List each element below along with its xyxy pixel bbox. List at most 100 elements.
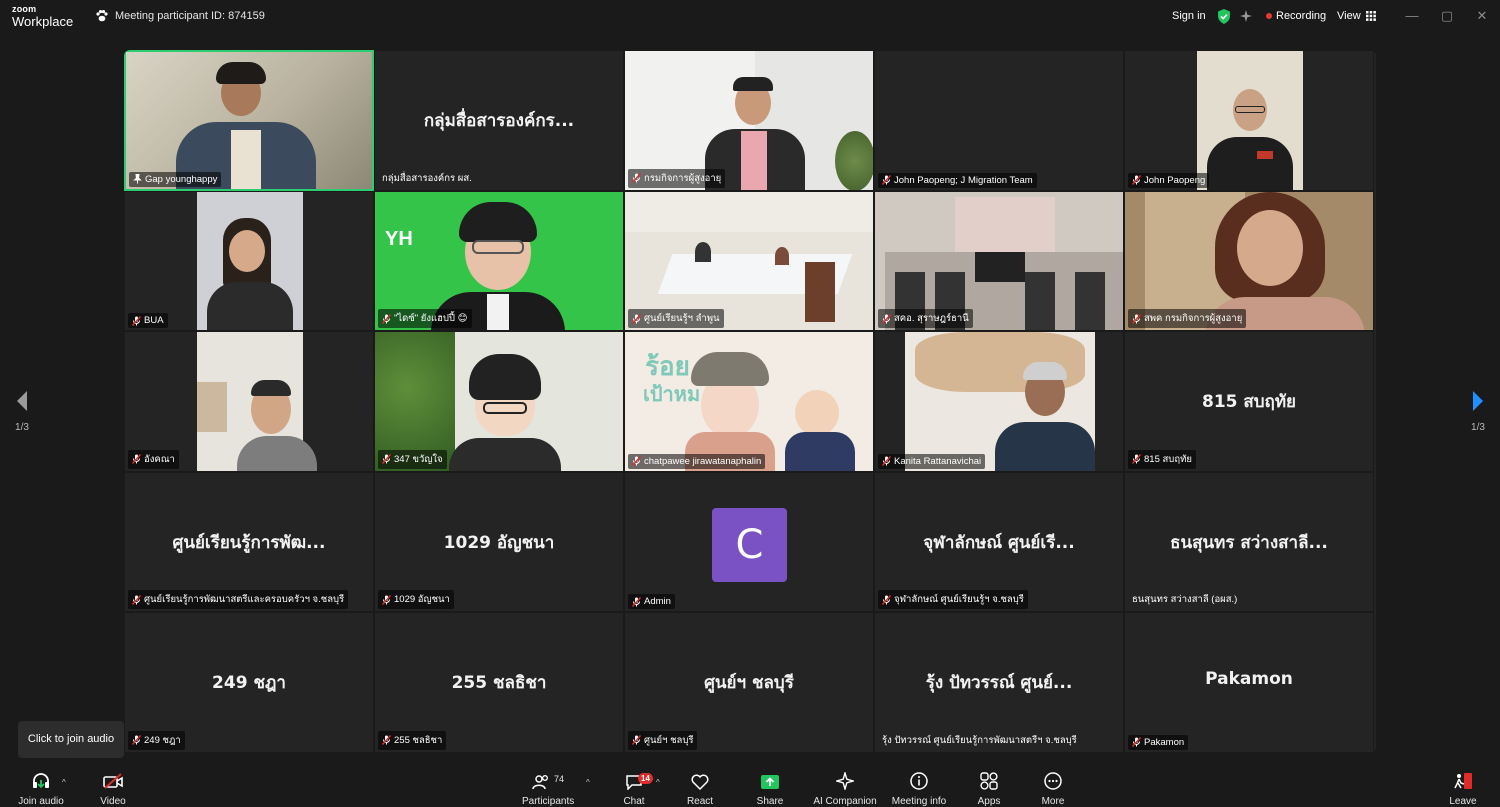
participant-name-label: สคอ. สุราษฎร์ธานี [878, 309, 973, 329]
participant-name: John Paopeng [1144, 174, 1206, 186]
participant-tile[interactable]: 255 ชลธิชา 255 ชลธิชา [374, 612, 624, 753]
join-audio-button[interactable]: Join audio [14, 766, 68, 807]
participant-display-name: กลุ่มสื่อสารองค์กร... [423, 111, 575, 131]
view-button[interactable]: View [1337, 10, 1376, 22]
react-button[interactable]: React [684, 766, 716, 807]
mic-muted-icon [132, 315, 141, 326]
chevron-right-icon [1473, 391, 1483, 411]
minimize-button[interactable]: — [1404, 8, 1420, 24]
participant-video: ร้อย เป้าหม [625, 332, 873, 471]
apps-label: Apps [977, 796, 1001, 807]
participant-tile[interactable]: ศูนย์เรียนรู้การพัฒ... ศูนย์เรียนรู้การพั… [124, 471, 374, 613]
view-label: View [1337, 10, 1361, 22]
meeting-controls: Join audio ^ Video 74 Participants ^ Cha… [0, 766, 1500, 807]
participants-icon [532, 775, 548, 790]
mic-muted-icon [632, 313, 641, 324]
participant-name: chatpawee jirawatanaphalin [644, 455, 762, 467]
participant-display-name: 255 ชลธิชา [451, 673, 547, 694]
next-page-control[interactable]: 1/3 [1468, 390, 1488, 433]
participant-tile[interactable]: 249 ชฎา 249 ชฎา [124, 612, 374, 753]
participant-tile[interactable]: ศูนย์เรียนรู้ฯ ลำพูน [624, 190, 874, 332]
mic-muted-icon [132, 454, 141, 465]
mic-muted-icon [632, 735, 641, 746]
share-button[interactable]: Share [754, 766, 786, 807]
participant-name-label: "ไดซ์" ยังแฮปปี้ 😊 [378, 309, 472, 329]
chat-badge: 14 [638, 773, 653, 784]
participant-name-label: 255 ชลธิชา [378, 730, 447, 750]
apps-icon [980, 772, 998, 790]
sign-in-link[interactable]: Sign in [1172, 10, 1206, 22]
join-audio-label: Join audio [18, 796, 64, 807]
shield-icon[interactable] [1217, 9, 1231, 24]
participant-tile[interactable]: รุ้ง ปัทวรรณ์ ศูนย์... รุ้ง ปัทวรรณ์ ศูนย… [874, 612, 1124, 753]
participant-tile[interactable]: John Paopeng [1124, 50, 1374, 191]
logo-top-text: zoom [12, 4, 37, 14]
participant-tile[interactable]: ร้อย เป้าหม chatpawee jirawatanaphalin [624, 331, 874, 472]
meeting-id-text: Meeting participant ID: 874159 [115, 10, 265, 22]
participant-tile[interactable]: 347 ขวัญใจ [374, 331, 624, 472]
participant-tile[interactable]: Kanita Rattanavichai [874, 331, 1124, 472]
participant-name-label: Pakamon [1128, 734, 1189, 750]
participant-display-name: Pakamon [1205, 669, 1293, 690]
apps-button[interactable]: Apps [974, 766, 1004, 807]
participant-tile[interactable]: 815 สบฤทัย 815 สบฤทัย [1124, 331, 1374, 472]
participants-caret-icon[interactable]: ^ [586, 778, 590, 787]
mic-muted-icon [632, 596, 641, 607]
meeting-id: Meeting participant ID: 874159 [95, 9, 265, 23]
meeting-info-label: Meeting info [891, 796, 947, 807]
participant-video [197, 332, 317, 471]
meeting-info-button[interactable]: Meeting info [890, 766, 948, 807]
participant-tile[interactable]: สคอ. สุราษฎร์ธานี [874, 190, 1124, 332]
participant-name-label: สพค กรมกิจการผู้สูงอายุ [1128, 309, 1247, 329]
participant-tile[interactable]: Pakamon Pakamon [1124, 612, 1374, 753]
participant-name-label: ศูนย์เรียนรู้ฯ ลำพูน [628, 309, 724, 329]
info-icon [910, 772, 928, 790]
mic-muted-icon [632, 456, 641, 467]
participant-tile[interactable]: 1029 อัญชนา 1029 อัญชนา [374, 471, 624, 613]
participant-name-label: chatpawee jirawatanaphalin [628, 453, 766, 469]
headphones-icon [33, 773, 49, 789]
participant-name-label: Gap younghappy [129, 171, 222, 187]
participant-name-label: 815 สบฤทัย [1128, 449, 1196, 469]
participant-tile[interactable]: Gap younghappy [124, 50, 374, 191]
participant-tile[interactable]: ธนสุนทร สว่างสาลี... ธนสุนทร สว่างสาลี (อ… [1124, 471, 1374, 613]
close-button[interactable]: ✕ [1474, 8, 1490, 24]
maximize-button[interactable]: ▢ [1439, 8, 1455, 24]
participant-display-name: จุฬาลักษณ์ ศูนย์เรี... [923, 532, 1075, 553]
participants-button[interactable]: 74 Participants [522, 766, 574, 807]
participant-tile[interactable]: ศูนย์ฯ ชลบุรี ศูนย์ฯ ชลบุรี [624, 612, 874, 753]
video-button[interactable]: Video [95, 766, 131, 807]
participant-tile[interactable]: C Admin [624, 471, 874, 613]
participant-display-name: 815 สบฤทัย [1201, 392, 1297, 413]
join-audio-tooltip: Click to join audio [18, 721, 124, 758]
leave-button[interactable]: Leave [1448, 766, 1478, 807]
participant-display-name: 249 ชฎา [212, 673, 286, 694]
ai-companion-button[interactable]: AI Companion [812, 766, 878, 807]
chat-button[interactable]: Chat [620, 766, 648, 807]
page-indicator-left: 1/3 [15, 422, 29, 433]
participant-tile[interactable]: BUA [124, 190, 374, 332]
more-button[interactable]: More [1038, 766, 1068, 807]
mic-muted-icon [382, 313, 391, 324]
more-label: More [1041, 796, 1065, 807]
participant-name: รุ้ง ปัทวรรณ์ ศูนย์เรียนรู้การพัฒนาสตรีฯ… [882, 734, 1077, 746]
participant-tile[interactable]: กรมกิจการผู้สูงอายุ [624, 50, 874, 191]
participant-name: "ไดซ์" ยังแฮปปี้ 😊 [394, 313, 468, 325]
recording-indicator[interactable]: Recording [1266, 10, 1326, 22]
sparkle-icon[interactable] [1239, 9, 1253, 23]
prev-page-control[interactable]: 1/3 [12, 390, 32, 433]
audio-caret-icon[interactable]: ^ [62, 778, 66, 787]
mic-muted-icon [1132, 313, 1141, 324]
participant-tile[interactable]: จุฬาลักษณ์ ศูนย์เรี... จุฬาลักษณ์ ศูนย์เร… [874, 471, 1124, 613]
zoom-logo: zoom Workplace [12, 4, 73, 29]
participant-tile[interactable]: สพค กรมกิจการผู้สูงอายุ [1124, 190, 1374, 332]
participant-tile[interactable]: อังคณา [124, 331, 374, 472]
participant-tile[interactable]: John Paopeng; J Migration Team [874, 50, 1124, 191]
participants-count: 74 [553, 774, 564, 784]
participant-name-label: ธนสุนทร สว่างสาลี (อผส.) [1128, 590, 1241, 609]
chat-caret-icon[interactable]: ^ [656, 778, 660, 787]
participant-name-label: ศูนย์เรียนรู้การพัฒนาสตรีและครอบครัวฯ จ.… [128, 590, 349, 610]
participant-tile[interactable]: กลุ่มสื่อสารองค์กร... กลุ่มสื่อสารองค์กร … [374, 50, 624, 191]
participant-tile[interactable]: YH "ไดซ์" ยังแฮปปี้ 😊 [374, 190, 624, 332]
participant-display-name: ศูนย์ฯ ชลบุรี [704, 673, 794, 694]
